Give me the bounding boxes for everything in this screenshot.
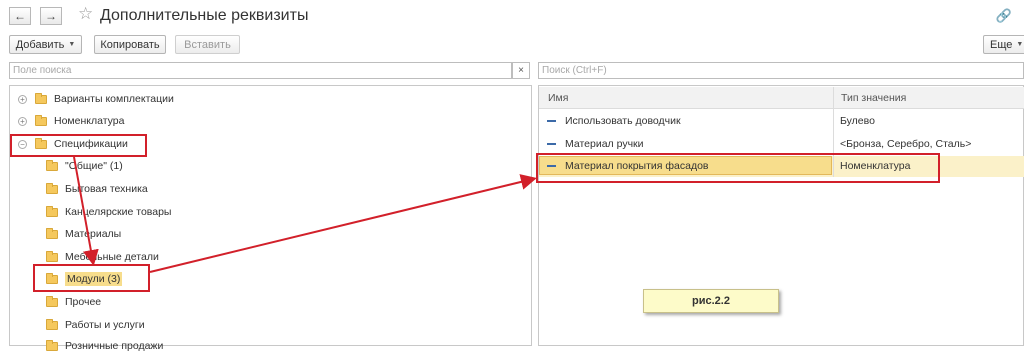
annotation-arrows	[73, 156, 537, 273]
figure-caption: рис.2.2	[643, 289, 779, 313]
arrow-down	[73, 156, 99, 266]
arrow-right	[149, 174, 537, 273]
